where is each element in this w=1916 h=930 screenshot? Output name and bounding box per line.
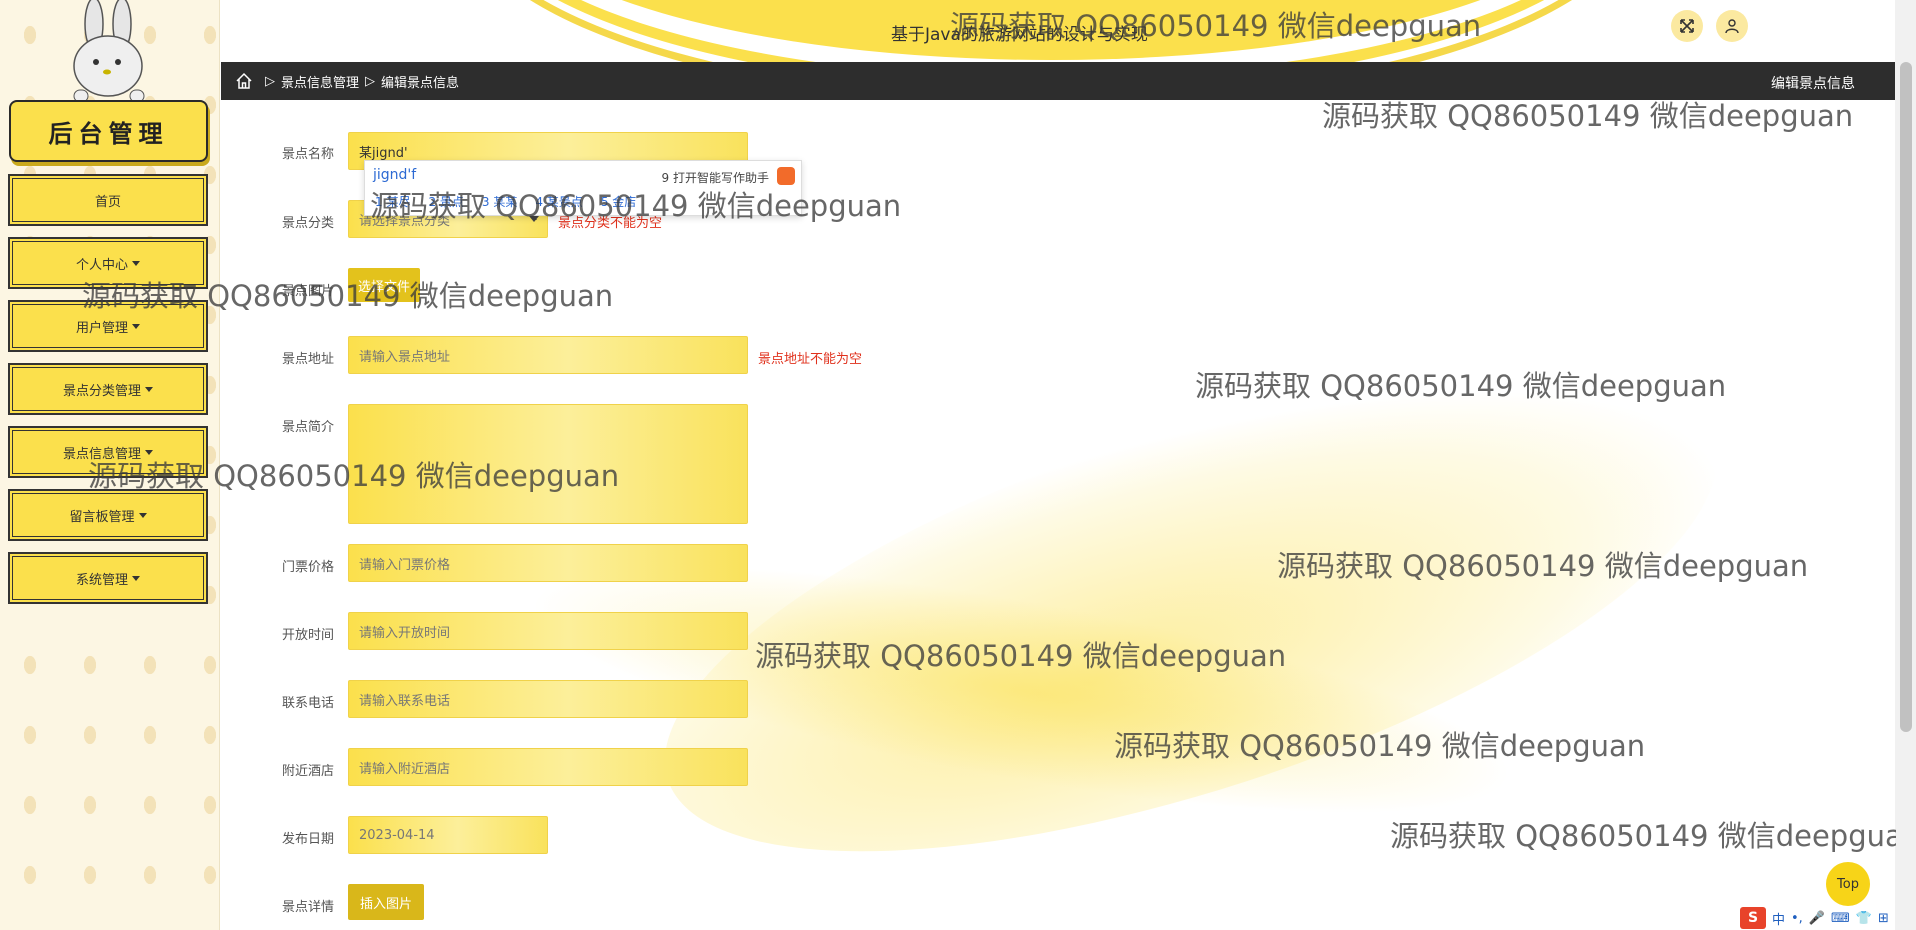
sogou-ime-logo[interactable]: S <box>1740 907 1766 929</box>
sidebar-item-spot-management[interactable]: 景点信息管理 <box>8 426 208 478</box>
sidebar-item-label: 留言板管理 <box>69 509 135 525</box>
open-hours-placeholder: 请输入开放时间 <box>359 625 451 641</box>
ime-candidates: 1 某尽 2 景点 3 某某 4 某景点 5 金店 <box>375 193 636 210</box>
sidebar-item-system[interactable]: 系统管理 <box>8 552 208 604</box>
rabbit-mascot-icon <box>73 0 145 103</box>
microphone-icon[interactable]: 🎤 <box>1809 911 1825 926</box>
ime-composition: jignd'f <box>373 167 417 183</box>
insert-image-label: 插入图片 <box>360 896 413 912</box>
sidebar-item-label: 系统管理 <box>75 572 128 588</box>
keyboard-icon[interactable]: ⌨ <box>1831 911 1850 926</box>
nearby-hotel-input[interactable]: 请输入附近酒店 <box>348 748 748 786</box>
spot-intro-label: 景点简介 <box>282 420 335 435</box>
sidebar-item-label: 首页 <box>94 194 121 210</box>
caret-down-icon <box>132 323 140 329</box>
fullscreen-icon <box>1680 19 1694 33</box>
spot-intro-textarea[interactable] <box>348 404 748 524</box>
ime-candidate[interactable]: 3 某某 <box>482 193 517 210</box>
sidebar: 后台管理 首页 个人中心 用户管理 景点分类管理 景点信息管理 留言板管理 系统… <box>0 0 220 930</box>
toolbox-icon[interactable]: ⊞ <box>1878 911 1889 926</box>
ime-candidate-popup: jignd'f 9 打开智能写作助手 1 某尽 2 景点 3 某某 4 某景点 … <box>364 160 802 216</box>
choose-file-label: 选择文件 <box>358 279 411 295</box>
caret-down-icon <box>138 512 147 518</box>
breadcrumb-item-edit: 编辑景点信息 <box>381 75 460 91</box>
sidebar-item-user-management[interactable]: 用户管理 <box>8 300 208 352</box>
open-hours-label: 开放时间 <box>282 628 335 643</box>
caret-down-icon <box>145 386 153 392</box>
ime-candidate[interactable]: 4 某景点 <box>535 193 582 210</box>
ime-candidate[interactable]: 5 金店 <box>601 193 636 210</box>
ime-toolbar: S 中 •, 🎤 ⌨ 👕 ⊞ <box>1740 906 1889 930</box>
sidebar-item-home[interactable]: 首页 <box>8 174 208 226</box>
spot-category-label: 景点分类 <box>282 216 335 231</box>
ime-candidate[interactable]: 1 某尽 <box>375 193 410 210</box>
scrollbar[interactable] <box>1895 0 1916 930</box>
ime-assistant-icon[interactable] <box>777 167 795 185</box>
nearby-hotel-placeholder: 请输入附近酒店 <box>359 761 451 777</box>
home-icon[interactable] <box>235 72 253 90</box>
breadcrumb-separator: ▷ <box>265 73 275 89</box>
top-header: 基于Java的旅游网站的设计与实现 <box>221 0 1895 62</box>
ime-candidate[interactable]: 2 景点 <box>428 193 463 210</box>
ticket-price-placeholder: 请输入门票价格 <box>359 557 451 573</box>
main-content: 景点名称 某jignd' 景点分类 请选择景点分类 景点分类不能为空 景点图片 … <box>221 100 1895 930</box>
back-to-top-button[interactable]: Top <box>1826 862 1870 906</box>
address-error: 景点地址不能为空 <box>758 352 863 367</box>
breadcrumb-separator: ▷ <box>365 73 376 89</box>
ime-language-toggle[interactable]: 中 <box>1772 909 1785 928</box>
sidebar-item-category-management[interactable]: 景点分类管理 <box>8 363 208 415</box>
user-button[interactable] <box>1716 10 1748 42</box>
user-icon <box>1725 19 1739 34</box>
skin-icon[interactable]: 👕 <box>1856 911 1872 926</box>
spot-image-label: 景点图片 <box>282 284 335 299</box>
caret-down-icon <box>132 575 140 581</box>
ime-assistant-link[interactable]: 9 打开智能写作助手 <box>662 169 769 186</box>
ticket-price-label: 门票价格 <box>282 560 335 575</box>
scrollbar-thumb[interactable] <box>1900 62 1912 732</box>
insert-image-button[interactable]: 插入图片 <box>348 884 425 920</box>
spot-name-value: 某jignd' <box>359 145 408 161</box>
caret-down-icon <box>132 260 140 266</box>
sidebar-item-label: 用户管理 <box>75 320 128 336</box>
phone-placeholder: 请输入联系电话 <box>359 693 451 709</box>
choose-file-button[interactable]: 选择文件 <box>348 268 421 302</box>
ticket-price-input[interactable]: 请输入门票价格 <box>348 544 748 582</box>
spot-address-label: 景点地址 <box>282 352 335 367</box>
spot-address-input[interactable]: 请输入景点地址 <box>348 336 748 374</box>
caret-down-icon <box>145 449 153 455</box>
page-title: 编辑景点信息 <box>1771 76 1855 92</box>
breadcrumb-item-spot-management[interactable]: 景点信息管理 <box>281 72 359 91</box>
publish-date-label: 发布日期 <box>282 832 335 847</box>
breadcrumb: ▷ 景点信息管理 ▷ 编辑景点信息 编辑景点信息 <box>221 62 1895 100</box>
fullscreen-button[interactable] <box>1671 10 1703 42</box>
spot-name-label: 景点名称 <box>282 147 335 162</box>
sidebar-item-personal-center[interactable]: 个人中心 <box>8 237 208 289</box>
phone-input[interactable]: 请输入联系电话 <box>348 680 748 718</box>
ime-punctuation-toggle[interactable]: •, <box>1791 911 1803 926</box>
spot-address-placeholder: 请输入景点地址 <box>359 349 451 365</box>
spot-detail-label: 景点详情 <box>282 900 335 915</box>
sidebar-item-label: 景点分类管理 <box>62 383 141 399</box>
brand-title: 后台管理 <box>9 100 208 162</box>
nearby-hotel-label: 附近酒店 <box>282 764 335 779</box>
publish-date-value: 2023-04-14 <box>359 827 435 843</box>
sidebar-item-message-board[interactable]: 留言板管理 <box>8 489 208 541</box>
chevron-down-icon <box>529 216 539 222</box>
sidebar-item-label: 个人中心 <box>75 257 128 273</box>
site-title: 基于Java的旅游网站的设计与实现 <box>891 25 1148 45</box>
sidebar-menu: 首页 个人中心 用户管理 景点分类管理 景点信息管理 留言板管理 系统管理 <box>8 174 208 615</box>
phone-label: 联系电话 <box>282 696 335 711</box>
publish-date-input[interactable]: 2023-04-14 <box>348 816 548 854</box>
open-hours-input[interactable]: 请输入开放时间 <box>348 612 748 650</box>
sidebar-item-label: 景点信息管理 <box>62 446 141 462</box>
